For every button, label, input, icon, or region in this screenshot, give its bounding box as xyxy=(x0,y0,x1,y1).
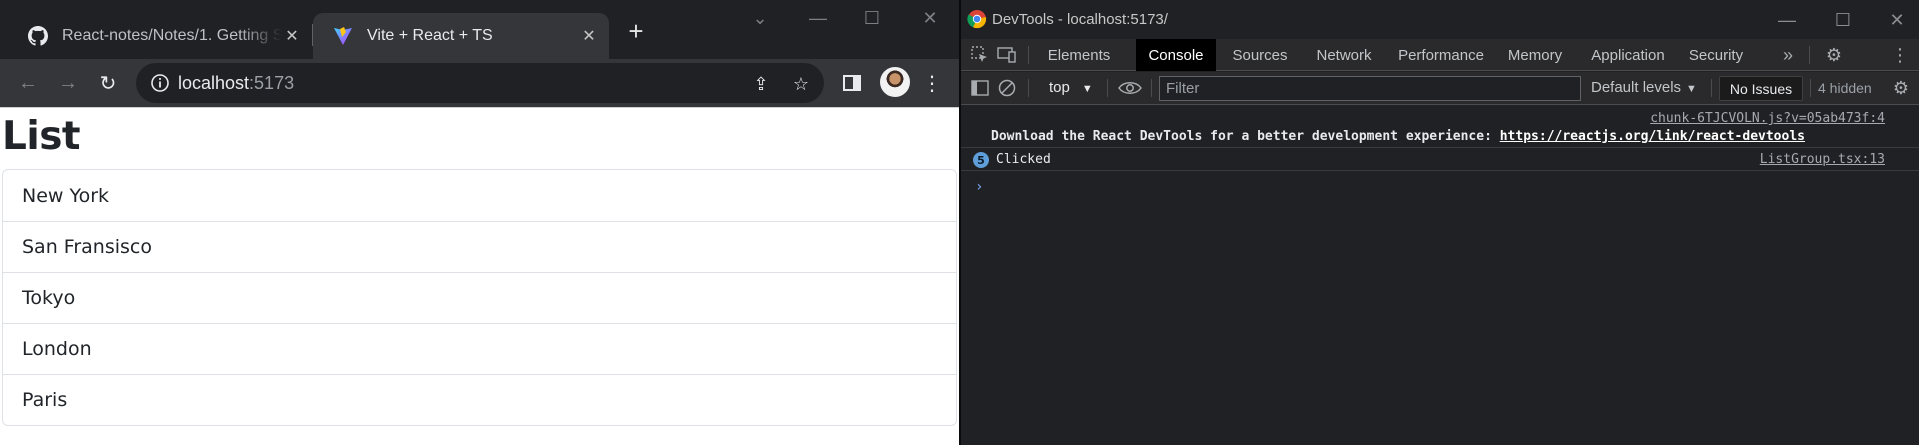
address-bar[interactable]: localhost:5173 ⇪ ☆ xyxy=(136,63,824,103)
new-tab-button[interactable]: + xyxy=(622,18,650,46)
inspect-element-icon[interactable] xyxy=(969,44,991,66)
screen: React-notes/Notes/1. Getting Started ✕ V… xyxy=(0,0,1919,445)
toolbar-separator xyxy=(1028,79,1029,97)
live-expression-eye-icon[interactable] xyxy=(1117,77,1143,99)
settings-gear-icon[interactable]: ⚙ xyxy=(1823,44,1845,66)
sidebar-toggle-icon[interactable] xyxy=(969,77,991,99)
minimize-icon[interactable]: — xyxy=(806,6,830,30)
list-group: New York San Fransisco Tokyo London Pari… xyxy=(2,169,957,426)
context-selector[interactable]: top ▼ xyxy=(1049,79,1093,96)
maximize-icon[interactable]: ☐ xyxy=(860,6,884,30)
close-icon[interactable]: ✕ xyxy=(579,26,599,46)
filter-input[interactable] xyxy=(1160,77,1580,100)
more-tabs-icon[interactable]: » xyxy=(1777,44,1799,66)
url-port: :5173 xyxy=(249,73,295,93)
tab-title: React-notes/Notes/1. Getting Started xyxy=(62,27,282,44)
site-info-icon[interactable] xyxy=(150,73,170,93)
close-icon[interactable]: ✕ xyxy=(282,26,302,46)
toolbar-separator xyxy=(1028,46,1029,64)
maximize-icon[interactable]: ☐ xyxy=(1831,8,1855,32)
bookmark-star-icon[interactable]: ☆ xyxy=(790,73,812,95)
message-source-link[interactable]: ListGroup.tsx:13 xyxy=(1760,152,1885,167)
device-toolbar-icon[interactable] xyxy=(996,44,1018,66)
tab-application[interactable]: Application xyxy=(1581,39,1675,71)
tab-performance[interactable]: Performance xyxy=(1391,39,1491,71)
context-value: top xyxy=(1049,79,1070,96)
filter-field[interactable] xyxy=(1159,76,1581,101)
console-toolbar: top▼ Default levels▼ No Issues 4 hidden … xyxy=(961,72,1919,105)
tab-console[interactable]: Console xyxy=(1136,39,1216,71)
page-title: List xyxy=(2,114,81,159)
repeat-count-badge: 5 xyxy=(973,152,989,168)
devtools-tabbar: Elements Console Sources Network Perform… xyxy=(961,39,1919,71)
devtools-window: DevTools - localhost:5173/ — ☐ ✕ Element… xyxy=(961,0,1919,445)
window-close-icon[interactable]: ✕ xyxy=(918,6,942,30)
toolbar-separator xyxy=(1107,79,1108,97)
minimize-icon[interactable]: — xyxy=(1775,8,1799,32)
console-prompt-icon[interactable]: › xyxy=(975,179,983,195)
list-item[interactable]: Paris xyxy=(3,374,956,425)
tab-strip: React-notes/Notes/1. Getting Started ✕ V… xyxy=(0,0,959,59)
kebab-menu-icon[interactable]: ⋮ xyxy=(918,69,946,97)
share-icon[interactable]: ⇪ xyxy=(750,73,772,95)
chevron-down-icon: ▼ xyxy=(1081,83,1093,95)
url-host: localhost xyxy=(178,73,250,93)
tab-sources[interactable]: Sources xyxy=(1221,39,1299,71)
issues-button[interactable]: No Issues xyxy=(1719,76,1803,101)
toolbar-separator xyxy=(1809,46,1810,64)
browser-toolbar: ← → ↻ localhost:5173 ⇪ ☆ ⋮ xyxy=(0,59,959,107)
kebab-menu-icon[interactable]: ⋮ xyxy=(1889,44,1911,66)
chevron-down-icon: ▼ xyxy=(1686,83,1697,95)
message-text: Clicked xyxy=(996,152,1051,167)
toolbar-separator xyxy=(1810,79,1811,97)
log-levels-label: Default levels xyxy=(1591,79,1682,96)
address-url: localhost:5173 xyxy=(178,73,294,94)
react-devtools-link[interactable]: https://reactjs.org/link/react-devtools xyxy=(1500,129,1805,144)
list-item[interactable]: New York xyxy=(3,170,956,221)
list-item[interactable]: San Fransisco xyxy=(3,221,956,272)
window-close-icon[interactable]: ✕ xyxy=(1885,8,1909,32)
console-message: 5 Clicked ListGroup.tsx:13 xyxy=(961,148,1919,171)
back-icon[interactable]: ← xyxy=(14,69,42,97)
console-output: chunk-6TJCVOLN.js?v=05ab473f:4 Download … xyxy=(961,106,1919,445)
log-levels-dropdown[interactable]: Default levels ▼ xyxy=(1591,79,1697,96)
message-text: Download the React DevTools for a better… xyxy=(991,129,1805,144)
github-icon xyxy=(28,26,48,46)
toolbar-separator xyxy=(1151,79,1152,97)
console-message: chunk-6TJCVOLN.js?v=05ab473f:4 Download … xyxy=(961,106,1919,148)
toolbar-separator xyxy=(1711,79,1712,97)
profile-avatar[interactable] xyxy=(880,67,910,97)
devtools-title: DevTools - localhost:5173/ xyxy=(992,11,1168,28)
reload-icon[interactable]: ↻ xyxy=(94,69,122,97)
clear-console-icon[interactable] xyxy=(996,77,1018,99)
devtools-titlebar: DevTools - localhost:5173/ — ☐ ✕ xyxy=(961,0,1919,39)
list-item[interactable]: London xyxy=(3,323,956,374)
chrome-icon xyxy=(967,10,987,29)
tab-github[interactable]: React-notes/Notes/1. Getting Started ✕ xyxy=(8,13,312,59)
tab-memory[interactable]: Memory xyxy=(1499,39,1571,71)
message-source-link[interactable]: chunk-6TJCVOLN.js?v=05ab473f:4 xyxy=(1650,111,1885,126)
side-panel-icon[interactable] xyxy=(838,69,866,97)
tab-network[interactable]: Network xyxy=(1306,39,1382,71)
forward-icon[interactable]: → xyxy=(54,69,82,97)
message-body: Download the React DevTools for a better… xyxy=(991,129,1500,144)
browser-window: React-notes/Notes/1. Getting Started ✕ V… xyxy=(0,0,959,445)
tab-search-chevron-icon[interactable]: ⌄ xyxy=(748,6,772,30)
tab-elements[interactable]: Elements xyxy=(1037,39,1121,71)
console-settings-gear-icon[interactable]: ⚙ xyxy=(1890,77,1912,99)
tab-separator xyxy=(312,24,313,46)
list-item[interactable]: Tokyo xyxy=(3,272,956,323)
page-viewport: List New York San Fransisco Tokyo London… xyxy=(0,107,959,445)
tab-title: Vite + React + TS xyxy=(367,27,493,44)
vite-icon xyxy=(333,26,353,46)
hidden-count: 4 hidden xyxy=(1818,80,1872,96)
tab-vite[interactable]: Vite + React + TS ✕ xyxy=(313,13,609,59)
tab-security[interactable]: Security xyxy=(1681,39,1751,71)
